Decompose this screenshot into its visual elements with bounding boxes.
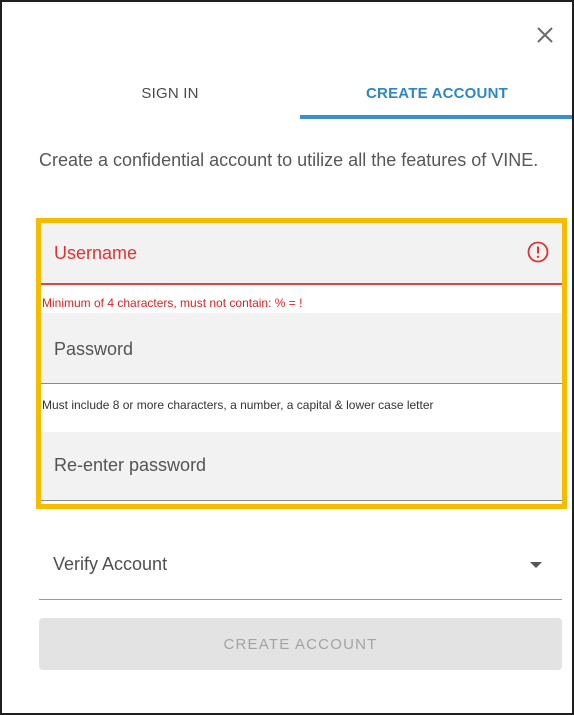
password-field[interactable]: Password bbox=[41, 313, 562, 384]
password-hint-text: Must include 8 or more characters, a num… bbox=[42, 398, 434, 412]
tab-create-account[interactable]: CREATE ACCOUNT bbox=[300, 70, 572, 117]
caret-down-icon bbox=[530, 562, 542, 568]
close-button[interactable] bbox=[532, 22, 558, 48]
verify-account-label: Verify Account bbox=[53, 554, 168, 574]
intro-text: Create a confidential account to utilize… bbox=[39, 150, 539, 170]
password-label: Password bbox=[54, 339, 134, 359]
tab-sign-in[interactable]: SIGN IN bbox=[40, 70, 300, 117]
username-field[interactable]: Username bbox=[41, 223, 562, 285]
reenter-password-field[interactable]: Re-enter password bbox=[41, 432, 562, 501]
auth-tabs: SIGN IN CREATE ACCOUNT bbox=[2, 70, 572, 120]
active-tab-indicator bbox=[300, 115, 572, 119]
reenter-password-label: Re-enter password bbox=[54, 455, 207, 475]
close-icon bbox=[537, 27, 553, 43]
error-icon bbox=[527, 241, 549, 263]
create-account-button[interactable]: CREATE ACCOUNT bbox=[39, 618, 562, 670]
username-error-text: Minimum of 4 characters, must not contai… bbox=[42, 296, 303, 310]
username-label: Username bbox=[54, 243, 138, 263]
create-account-dialog: SIGN IN CREATE ACCOUNT Create a confiden… bbox=[0, 0, 574, 715]
verify-account-select[interactable]: Verify Account bbox=[39, 532, 562, 600]
